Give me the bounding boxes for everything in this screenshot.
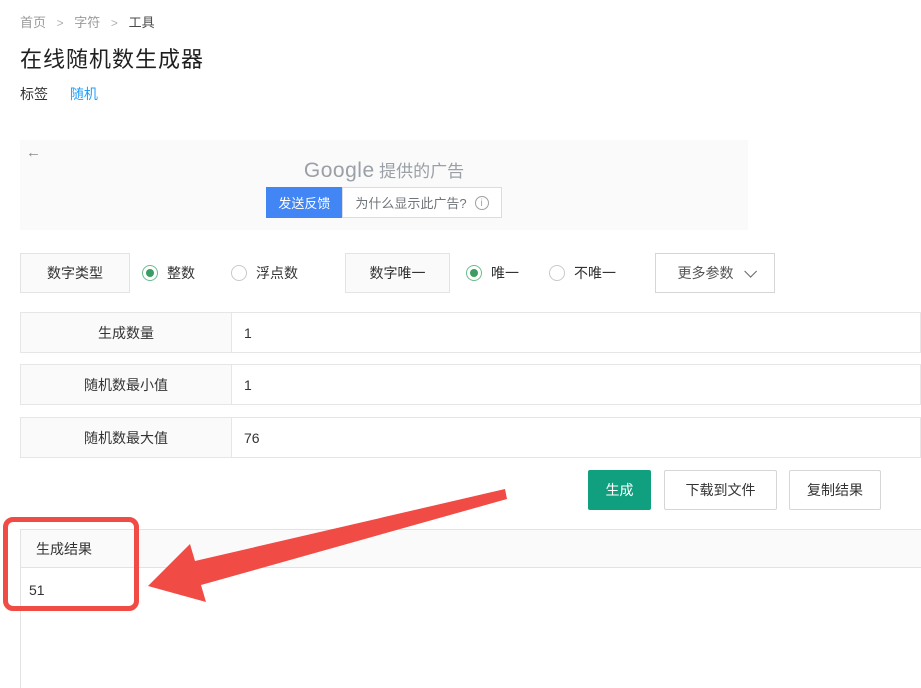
radio-not-unique-label: 不唯一 xyxy=(574,265,616,281)
why-this-ad-label: 为什么显示此广告? xyxy=(355,196,467,211)
download-button[interactable]: 下载到文件 xyxy=(664,470,777,510)
radio-float-label: 浮点数 xyxy=(256,265,298,281)
tags-label: 标签 xyxy=(20,86,48,102)
options-row: 数字类型 整数 浮点数 数字唯一 唯一 不唯一 更多参数 xyxy=(0,253,921,293)
count-label: 生成数量 xyxy=(21,313,232,352)
info-icon[interactable]: i xyxy=(474,195,489,210)
more-params-label: 更多参数 xyxy=(677,265,734,281)
result-table: 生成结果 51 xyxy=(20,529,921,688)
radio-unique-icon[interactable] xyxy=(466,265,482,281)
field-row-min: 随机数最小值 xyxy=(20,364,921,405)
uniqueness-label: 数字唯一 xyxy=(345,253,450,293)
result-header: 生成结果 xyxy=(21,530,921,568)
radio-float[interactable]: 浮点数 xyxy=(231,253,298,293)
radio-integer-label: 整数 xyxy=(167,265,195,281)
tags-row: 标签 随机 xyxy=(20,84,98,104)
copy-result-button[interactable]: 复制结果 xyxy=(789,470,881,510)
breadcrumb: 首页 > 字符 > 工具 xyxy=(20,12,155,31)
google-logo: Google xyxy=(303,159,375,182)
generate-button[interactable]: 生成 xyxy=(588,470,651,510)
breadcrumb-tools[interactable]: 工具 xyxy=(129,15,155,30)
radio-float-icon[interactable] xyxy=(231,265,247,281)
send-feedback-button[interactable]: 发送反馈 xyxy=(266,187,343,218)
ad-caption-text: 提供的广告 xyxy=(379,162,465,181)
breadcrumb-separator: > xyxy=(110,16,118,30)
ad-caption: Google 提供的广告 xyxy=(20,157,748,183)
more-params-button[interactable]: 更多参数 xyxy=(655,253,775,293)
radio-not-unique-icon[interactable] xyxy=(549,265,565,281)
chevron-down-icon xyxy=(743,264,757,278)
field-row-max: 随机数最大值 xyxy=(20,417,921,458)
why-this-ad-button[interactable]: 为什么显示此广告? i xyxy=(342,187,502,218)
min-input[interactable] xyxy=(232,365,920,404)
radio-integer[interactable]: 整数 xyxy=(142,253,195,293)
radio-not-unique[interactable]: 不唯一 xyxy=(549,253,616,293)
breadcrumb-characters[interactable]: 字符 xyxy=(74,15,100,30)
min-label: 随机数最小值 xyxy=(21,365,232,404)
radio-integer-icon[interactable] xyxy=(142,265,158,281)
breadcrumb-separator: > xyxy=(56,16,64,30)
number-type-label: 数字类型 xyxy=(20,253,130,293)
tag-random-link[interactable]: 随机 xyxy=(70,86,98,102)
radio-unique[interactable]: 唯一 xyxy=(466,253,519,293)
page-title: 在线随机数生成器 xyxy=(20,47,205,72)
field-row-count: 生成数量 xyxy=(20,312,921,353)
radio-unique-label: 唯一 xyxy=(491,265,519,281)
result-value: 51 xyxy=(21,568,921,612)
ad-banner: ← Google 提供的广告 发送反馈 为什么显示此广告? i xyxy=(20,140,748,230)
count-input[interactable] xyxy=(232,313,920,352)
breadcrumb-home[interactable]: 首页 xyxy=(20,15,46,30)
max-label: 随机数最大值 xyxy=(21,418,232,457)
max-input[interactable] xyxy=(232,418,920,457)
